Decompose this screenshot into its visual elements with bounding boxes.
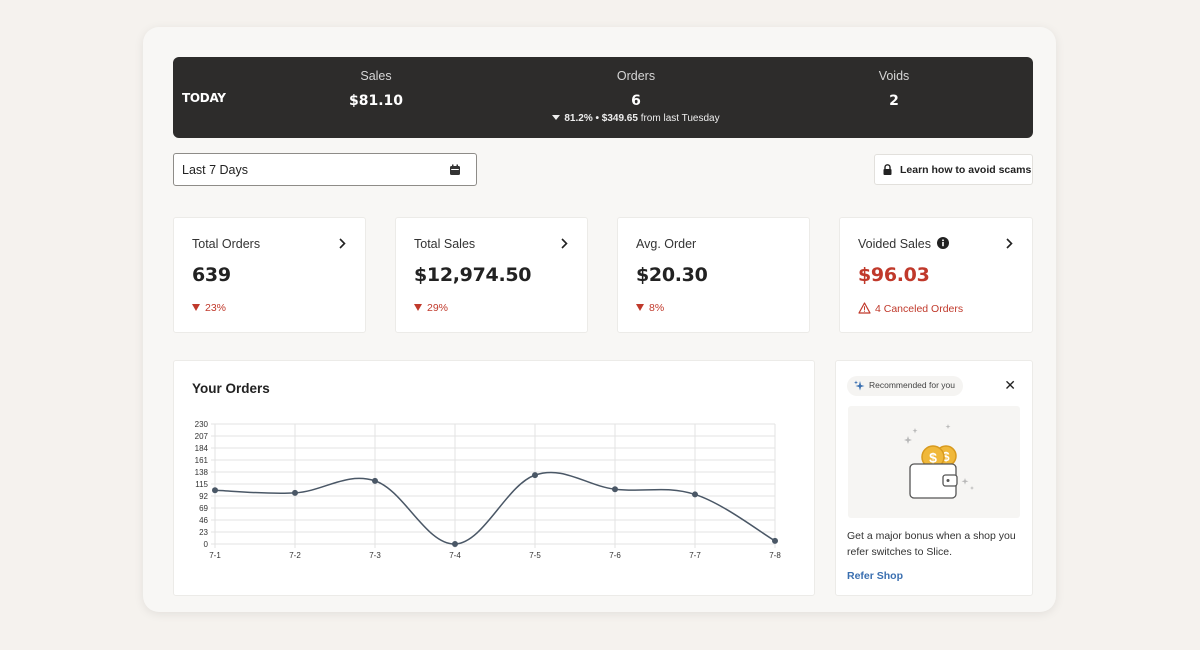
total-orders-card[interactable]: Total Orders 639 23% [173, 217, 366, 333]
x-tick-label: 7-3 [369, 551, 381, 560]
info-icon[interactable] [937, 237, 950, 249]
y-tick-label: 0 [204, 540, 209, 549]
card-delta: 4 Canceled Orders [858, 302, 963, 315]
y-tick-label: 138 [195, 468, 209, 477]
y-tick-label: 230 [195, 420, 209, 429]
comparison-values: 81.2% • $349.65 [564, 113, 638, 124]
data-point [452, 541, 458, 547]
card-label: Total Sales [414, 237, 476, 251]
orders-label: Orders [616, 69, 656, 83]
today-summary-bar: TODAY Sales $81.10 Orders 6 Voids 2 81.2… [173, 57, 1033, 138]
svg-text:$: $ [929, 450, 937, 466]
y-tick-label: 184 [195, 444, 209, 453]
data-point [532, 472, 538, 479]
lock-icon [883, 164, 892, 175]
recommended-badge: Recommended for you [847, 376, 963, 396]
today-voids-stat: Voids 2 [814, 69, 974, 109]
recommendation-panel: Recommended for you ✕ $ $ Get a major bo… [835, 360, 1033, 596]
y-tick-label: 23 [199, 528, 208, 537]
y-tick-label: 46 [199, 516, 208, 525]
y-tick-label: 207 [195, 432, 209, 441]
down-arrow-icon [552, 115, 561, 120]
data-point [212, 487, 218, 494]
recommendation-body: Get a major bonus when a shop you refer … [847, 530, 1016, 558]
x-tick-label: 7-8 [769, 551, 781, 560]
y-tick-label: 92 [199, 492, 208, 501]
x-tick-label: 7-6 [609, 551, 621, 560]
card-delta-text: 29% [427, 302, 449, 314]
x-tick-label: 7-4 [449, 551, 461, 560]
today-label: TODAY [182, 91, 226, 105]
sales-label: Sales [360, 69, 392, 83]
orders-value: 6 [631, 93, 641, 109]
chevron-right-icon [339, 238, 346, 249]
warning-icon [858, 302, 871, 314]
x-tick-label: 7-2 [289, 551, 301, 560]
sales-value: $81.10 [348, 93, 404, 109]
close-icon[interactable]: ✕ [1004, 377, 1016, 394]
calendar-icon [450, 164, 460, 175]
orders-comparison: 81.2% • $349.65 from last Tuesday [513, 113, 759, 124]
voids-value: 2 [889, 93, 899, 109]
sparkle-icon [854, 380, 865, 391]
wallet-illustration: $ $ [848, 406, 1020, 518]
card-delta: 29% [414, 302, 448, 314]
card-delta-text: 8% [649, 302, 665, 314]
data-point [772, 537, 778, 544]
date-range-value: Last 7 Days [182, 163, 249, 177]
card-label-text: Voided Sales [858, 237, 931, 251]
card-value: $12,974.50 [414, 264, 532, 286]
data-point [612, 486, 618, 493]
wallet-coins-icon: $ $ [904, 424, 974, 499]
voided-sales-card[interactable]: Voided Sales $96.03 4 Canceled Orders [839, 217, 1033, 333]
avoid-scams-button[interactable]: Learn how to avoid scams [874, 154, 1033, 185]
card-delta: 8% [636, 302, 664, 314]
card-delta-text: 4 Canceled Orders [875, 303, 964, 315]
today-sales-stat: Sales $81.10 [296, 69, 456, 109]
chevron-right-icon [561, 238, 568, 249]
card-delta: 23% [192, 302, 226, 314]
avg-order-card: Avg. Order $20.30 8% [617, 217, 810, 333]
total-sales-card[interactable]: Total Sales $12,974.50 29% [395, 217, 588, 333]
card-delta-text: 23% [205, 302, 227, 314]
card-label: Voided Sales [858, 237, 950, 251]
y-tick-label: 69 [199, 504, 208, 513]
down-arrow-icon [192, 304, 200, 311]
refer-shop-link[interactable]: Refer Shop [847, 570, 903, 582]
card-value: 639 [192, 264, 231, 286]
down-arrow-icon [414, 304, 422, 311]
date-range-select[interactable]: Last 7 Days [173, 153, 477, 186]
voids-label: Voids [878, 69, 910, 83]
x-tick-label: 7-7 [689, 551, 701, 560]
today-orders-stat: Orders 6 [556, 69, 716, 109]
your-orders-panel: Your Orders 0 23 46 69 92 115 138 161 184 207 230 7… [173, 360, 815, 596]
down-arrow-icon [636, 304, 644, 311]
data-point [692, 491, 698, 498]
x-tick-label: 7-1 [209, 551, 221, 560]
recommended-label: Recommended for you [869, 380, 955, 390]
chevron-right-icon [1006, 238, 1013, 249]
avoid-scams-label: Learn how to avoid scams [900, 164, 1032, 176]
x-tick-label: 7-5 [529, 551, 541, 560]
y-tick-label: 115 [195, 480, 208, 489]
orders-line-chart: 0 23 46 69 92 115 138 161 184 207 230 7-1 7-2 7-3 7-4 7… [195, 420, 782, 560]
card-value: $20.30 [636, 264, 708, 286]
comparison-suffix: from last Tuesday [637, 113, 720, 124]
card-value: $96.03 [858, 264, 930, 286]
y-tick-label: 161 [195, 456, 209, 465]
card-label: Avg. Order [636, 237, 697, 251]
data-point [372, 477, 378, 484]
data-point [292, 489, 298, 496]
card-label: Total Orders [192, 237, 261, 251]
